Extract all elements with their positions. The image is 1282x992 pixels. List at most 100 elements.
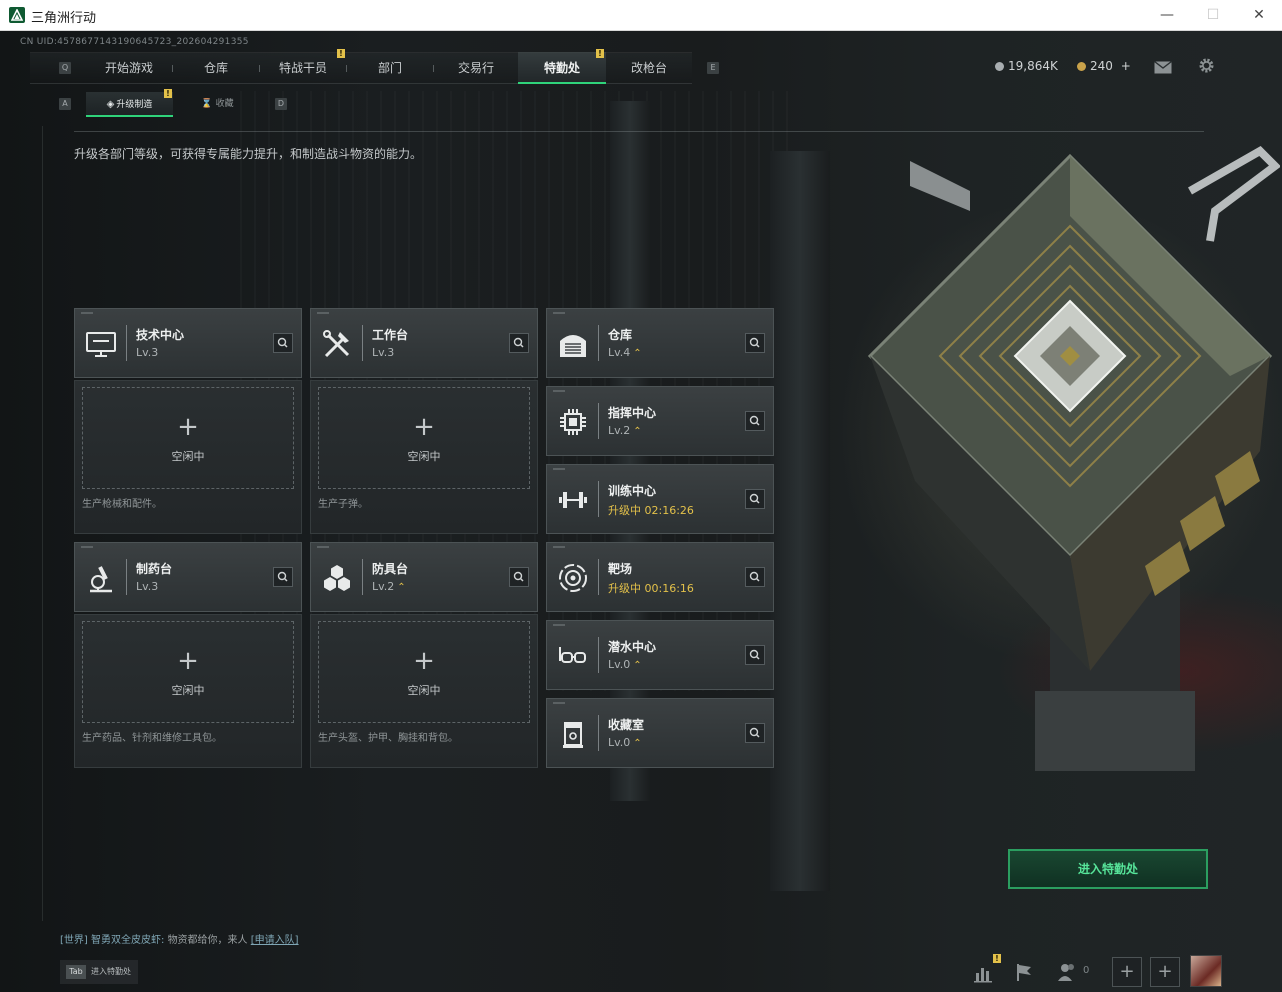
- world-chat: [世界] 智勇双全皮皮虾: 物资都给你，来人 [申请入队]: [60, 931, 299, 946]
- tab-trading[interactable]: 交易行: [434, 52, 518, 84]
- tab-departments[interactable]: 部门: [347, 52, 433, 84]
- game-viewport: CN UID:4578677143190645723_202604291355 …: [0, 31, 1282, 992]
- tools-icon: [320, 327, 354, 361]
- tab-operators-badge: !: [337, 49, 345, 58]
- production-slot[interactable]: + 空闲中: [82, 621, 294, 723]
- dept-card-tech-center[interactable]: 技术中心 Lv.3: [74, 308, 302, 378]
- inspect-search-icon[interactable]: [273, 333, 293, 353]
- left-frame-line: [42, 126, 43, 921]
- tab-start-game[interactable]: 开始游戏: [86, 52, 172, 84]
- tab-gunsmith[interactable]: 改枪台: [606, 52, 692, 84]
- add-icon: +: [413, 412, 435, 442]
- dept-card-collection[interactable]: 收藏室 Lv.0 ⌃: [546, 698, 774, 768]
- inspect-search-icon[interactable]: [745, 333, 765, 353]
- player-avatar[interactable]: [1190, 955, 1222, 987]
- flag-icon[interactable]: [1010, 957, 1040, 987]
- production-description: 生产药品、针剂和维修工具包。: [82, 733, 222, 744]
- maximize-button[interactable]: ☐: [1190, 0, 1236, 31]
- production-panel-pharmacy: + 空闲中 生产药品、针剂和维修工具包。: [74, 614, 302, 768]
- minimize-button[interactable]: —: [1144, 0, 1190, 31]
- dept-name: 技术中心: [136, 328, 185, 342]
- dept-level: Lv.2: [372, 580, 395, 593]
- tab-special-ops[interactable]: 特勤处: [518, 52, 606, 84]
- dept-level: Lv.3: [372, 346, 395, 359]
- card-divider: [362, 325, 363, 361]
- card-tag: [317, 546, 329, 548]
- card-tag: [553, 390, 565, 392]
- dept-name: 指挥中心: [608, 406, 657, 420]
- production-panel-tech: + 空闲中 生产枪械和配件。: [74, 380, 302, 534]
- special-ops-cube-scene: [820, 131, 1282, 775]
- hangar-icon: [556, 327, 590, 361]
- subtab-upgrade-badge: !: [164, 89, 172, 98]
- inspect-search-icon[interactable]: [273, 567, 293, 587]
- chat-channel: [世界]: [60, 935, 88, 946]
- subnav-prev-key[interactable]: A: [59, 98, 71, 110]
- subtab-collection[interactable]: ⌛ 收藏: [175, 92, 260, 117]
- tab-warehouse[interactable]: 仓库: [173, 52, 259, 84]
- dept-upgrade-timer: 升级中 02:16:26: [608, 504, 694, 517]
- dept-card-training[interactable]: 训练中心 升级中 02:16:26: [546, 464, 774, 534]
- dept-level: Lv.0: [608, 736, 631, 749]
- chat-join-link[interactable]: [申请入队]: [251, 935, 299, 946]
- dept-card-range[interactable]: 靶场 升级中 00:16:16: [546, 542, 774, 612]
- inspect-search-icon[interactable]: [745, 567, 765, 587]
- dept-card-diving[interactable]: 潜水中心 Lv.0 ⌃: [546, 620, 774, 690]
- card-divider: [126, 559, 127, 595]
- subtab-upgrade-craft[interactable]: ◈ 升级制造: [86, 92, 173, 117]
- card-tag: [553, 468, 565, 470]
- tab-operators[interactable]: 特战干员: [260, 52, 346, 84]
- card-divider: [598, 481, 599, 517]
- slot-status: 空闲中: [407, 450, 441, 463]
- production-slot[interactable]: + 空闲中: [318, 387, 530, 489]
- dept-name: 制药台: [136, 562, 173, 576]
- subnav-next-key[interactable]: D: [275, 98, 287, 110]
- window-titlebar: 三角洲行动 — ☐ ✕: [0, 0, 1282, 31]
- chat-user[interactable]: 智勇双全皮皮虾:: [91, 935, 164, 946]
- dept-name: 潜水中心: [608, 640, 657, 654]
- dept-card-pharmacy[interactable]: 制药台 Lv.3: [74, 542, 302, 612]
- inspect-search-icon[interactable]: [745, 489, 765, 509]
- hexagon-icon: [320, 561, 354, 595]
- add-teammate-slot[interactable]: +: [1150, 957, 1180, 987]
- card-divider: [598, 559, 599, 595]
- production-slot[interactable]: + 空闲中: [318, 621, 530, 723]
- production-slot[interactable]: + 空闲中: [82, 387, 294, 489]
- dept-card-command[interactable]: 指挥中心 Lv.2 ⌃: [546, 386, 774, 456]
- inspect-search-icon[interactable]: [745, 723, 765, 743]
- add-teammate-slot[interactable]: +: [1112, 957, 1142, 987]
- settings-gear-icon[interactable]: [1198, 57, 1215, 74]
- dept-level-row: Lv.0 ⌃: [608, 658, 642, 671]
- close-button[interactable]: ✕: [1236, 0, 1282, 31]
- card-tag: [553, 546, 565, 548]
- inspect-search-icon[interactable]: [745, 411, 765, 431]
- add-token-button[interactable]: +: [1121, 59, 1131, 73]
- friends-count: 0: [1083, 965, 1090, 976]
- coin-balance[interactable]: 19,864K: [995, 59, 1058, 73]
- inspect-search-icon[interactable]: [509, 333, 529, 353]
- tab-hint-label: 进入特勤处: [91, 967, 131, 976]
- card-divider: [598, 637, 599, 673]
- card-divider: [362, 559, 363, 595]
- card-divider: [598, 325, 599, 361]
- inspect-search-icon[interactable]: [745, 645, 765, 665]
- card-tag: [81, 546, 93, 548]
- chat-message: 物资都给你，来人: [167, 935, 248, 946]
- token-balance[interactable]: 240 +: [1077, 59, 1131, 73]
- tab-special-ops-badge: !: [596, 49, 604, 58]
- tab-shortcut-hint[interactable]: Tab 进入特勤处: [60, 960, 138, 984]
- production-description: 生产头盔、护甲、胸挂和背包。: [318, 733, 458, 744]
- enter-special-ops-button[interactable]: 进入特勤处: [1008, 849, 1208, 889]
- nav-next-key[interactable]: E: [707, 62, 719, 74]
- dept-card-workbench[interactable]: 工作台 Lv.3: [310, 308, 538, 378]
- dept-name: 收藏室: [608, 718, 645, 732]
- dept-level: Lv.4: [608, 346, 631, 359]
- page-description: 升级各部门等级，可获得专属能力提升，和制造战斗物资的能力。: [74, 147, 423, 161]
- inspect-search-icon[interactable]: [509, 567, 529, 587]
- dept-name: 训练中心: [608, 484, 657, 498]
- friends-button[interactable]: 0: [1056, 957, 1092, 987]
- dept-card-armor[interactable]: 防具台 Lv.2 ⌃: [310, 542, 538, 612]
- nav-prev-key[interactable]: Q: [59, 62, 71, 74]
- dept-card-warehouse[interactable]: 仓库 Lv.4 ⌃: [546, 308, 774, 378]
- mail-icon[interactable]: [1154, 59, 1172, 74]
